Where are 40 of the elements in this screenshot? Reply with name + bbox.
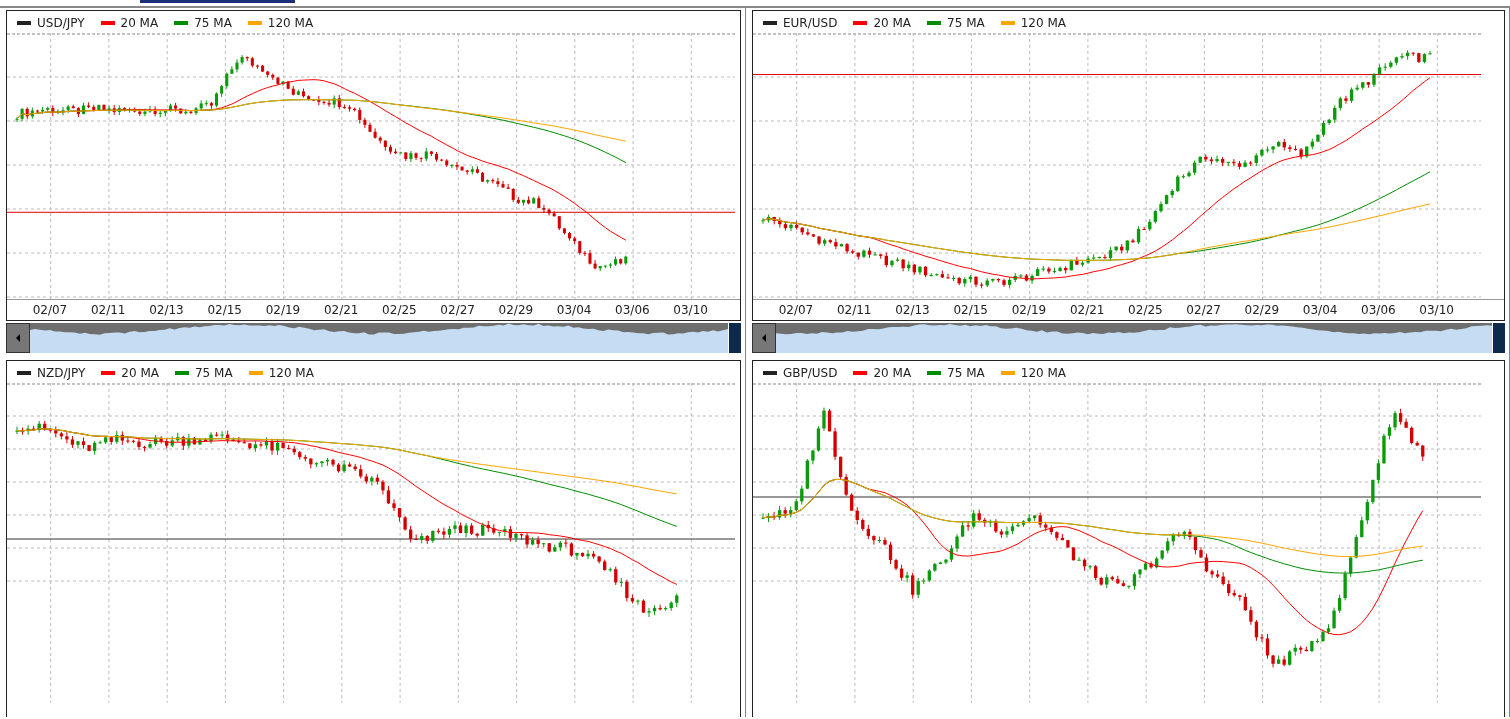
legend-label: 20 MA bbox=[120, 16, 159, 30]
legend-label: USD/JPY bbox=[37, 16, 85, 30]
date-label: 03/06 bbox=[615, 303, 650, 317]
date-label: 02/29 bbox=[498, 303, 534, 317]
legend-label: GBP/USD bbox=[783, 366, 838, 380]
date-label: 02/07 bbox=[778, 303, 814, 317]
date-label: 02/11 bbox=[90, 303, 126, 317]
date-label: 02/27 bbox=[1186, 303, 1221, 317]
legend-label: EUR/USD bbox=[783, 16, 838, 30]
legend-label: 75 MA bbox=[947, 366, 985, 380]
date-label: 02/25 bbox=[382, 303, 417, 317]
legend-label: 75 MA bbox=[947, 16, 985, 30]
legend-label: 75 MA bbox=[194, 16, 232, 30]
legend-label: 20 MA bbox=[121, 366, 159, 380]
date-label: 02/11 bbox=[836, 303, 872, 317]
date-label: 03/06 bbox=[1361, 303, 1396, 317]
date-label: 02/21 bbox=[1069, 303, 1105, 317]
legend-label: 20 MA bbox=[873, 366, 912, 380]
date-label: 02/13 bbox=[149, 303, 184, 317]
date-label: 03/10 bbox=[1419, 303, 1454, 317]
legend-label: 120 MA bbox=[268, 366, 314, 380]
date-label: 02/27 bbox=[440, 303, 475, 317]
date-label: 03/04 bbox=[1302, 303, 1338, 317]
date-label: 02/13 bbox=[895, 303, 930, 317]
legend-label: 75 MA bbox=[195, 366, 233, 380]
date-label: 03/04 bbox=[556, 303, 592, 317]
legend-label: 120 MA bbox=[1020, 366, 1067, 380]
legend-label: 120 MA bbox=[267, 16, 314, 30]
legend-label: NZD/JPY bbox=[37, 366, 86, 380]
legend-label: 120 MA bbox=[1020, 16, 1066, 30]
date-label: 02/15 bbox=[953, 303, 988, 317]
date-label: 02/15 bbox=[207, 303, 242, 317]
date-label: 03/10 bbox=[673, 303, 708, 317]
date-label: 02/25 bbox=[1128, 303, 1163, 317]
date-label: 02/21 bbox=[323, 303, 359, 317]
date-label: 02/19 bbox=[1011, 303, 1047, 317]
date-label: 02/19 bbox=[265, 303, 301, 317]
date-label: 02/29 bbox=[1244, 303, 1280, 317]
legend-label: 20 MA bbox=[873, 16, 912, 30]
date-label: 02/07 bbox=[32, 303, 68, 317]
